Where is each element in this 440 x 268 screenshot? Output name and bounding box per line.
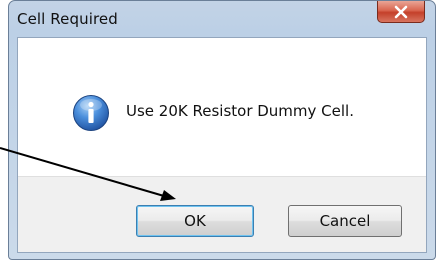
dialog-client-area: Use 20K Resistor Dummy Cell. OK Cancel: [17, 37, 427, 253]
title-bar[interactable]: Cell Required: [9, 1, 435, 37]
dialog-title: Cell Required: [17, 10, 118, 28]
cell-required-dialog: Cell Required Use 20K Resistor Dummy Cel…: [8, 0, 436, 260]
button-bar: OK Cancel: [18, 176, 426, 252]
screenshot-stage: Cell Required Use 20K Resistor Dummy Cel…: [0, 0, 440, 268]
cancel-button[interactable]: Cancel: [288, 205, 402, 237]
message-area: Use 20K Resistor Dummy Cell.: [18, 38, 426, 176]
dialog-message: Use 20K Resistor Dummy Cell.: [126, 102, 354, 120]
close-button[interactable]: [377, 1, 425, 23]
close-x-icon: [394, 5, 408, 18]
ok-button[interactable]: OK: [136, 205, 254, 237]
information-icon: [73, 95, 109, 131]
